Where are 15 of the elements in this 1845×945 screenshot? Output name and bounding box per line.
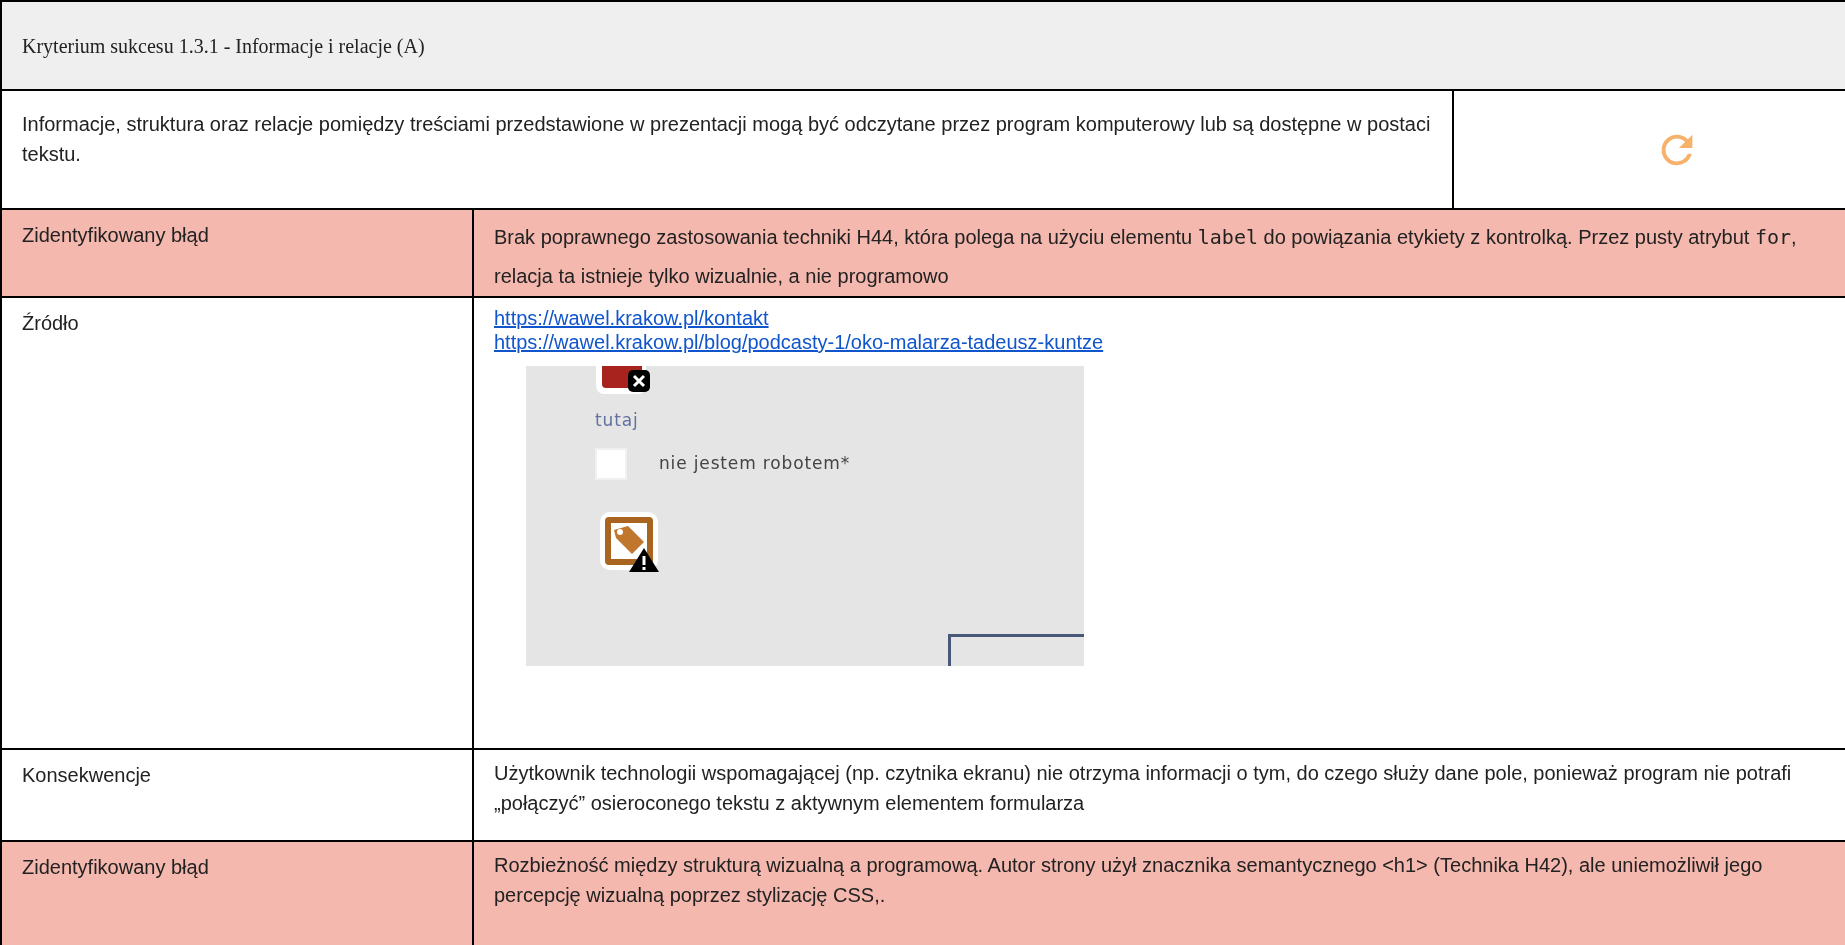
checkbox-label: nie jestem robotem*: [659, 452, 851, 476]
row-label: Źródło: [22, 312, 79, 334]
row-text: Rozbieżność między strukturą wizualną a programową. Autor strony użył znacznika semantycznego <h1> (Technika H42), ale uniemożliwił jego percepcję wizualną poprzez stylizację CSS,.: [494, 853, 1764, 908]
row-label: Konsekwencje: [22, 764, 151, 786]
link-text[interactable]: tutaj: [595, 410, 639, 430]
criterion-description: Informacje, struktura oraz relacje pomiędzy treściami przedstawione w prezentacji mogą być odczytane przez program komputerowy lub są dostępne w postaci tekstu.: [22, 112, 1432, 167]
row-label: Zidentyfikowany błąd: [22, 224, 209, 246]
row-text: Użytkownik technologii wspomagającej (np. czytnika ekranu) nie otrzyma informacji o tym, do czego służy dane pole, ponieważ program nie potrafi „połączyć” osieroconego tekstu z aktywnym elementem formularza: [494, 761, 1793, 816]
tag-warning-icon: [600, 512, 660, 572]
source-link[interactable]: https://wawel.krakow.pl/kontakt: [494, 306, 769, 330]
source-link[interactable]: https://wawel.krakow.pl/blog/podcasty-1/oko-malarza-tadeusz-kuntze: [494, 330, 1104, 354]
checkbox[interactable]: [595, 448, 627, 480]
row-text: Brak poprawnego zastosowania techniki H44, która polega na użyciu elementu label do powiązania etykiety z kontrolką. Przez pusty atrybut for, relacja ta istnieje tylko wizualnie, a nie programowo: [494, 224, 1798, 289]
row-label: Zidentyfikowany błąd: [22, 856, 209, 878]
criterion-title: Kryterium sukcesu 1.3.1 - Informacje i relacje (A): [22, 33, 425, 60]
